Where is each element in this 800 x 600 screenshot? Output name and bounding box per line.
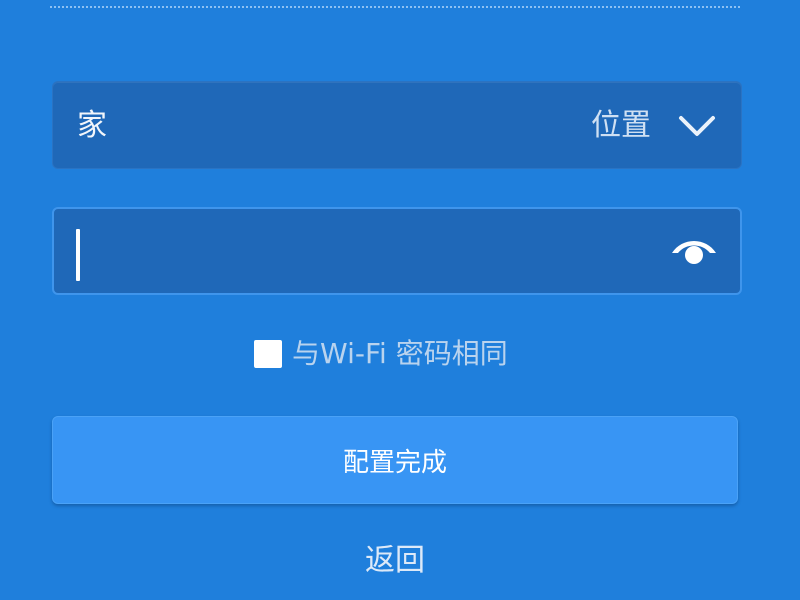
same-as-wifi-checkbox[interactable] xyxy=(254,340,282,368)
location-value: 家 xyxy=(77,108,107,143)
top-divider xyxy=(50,6,740,8)
same-as-wifi-label: 与Wi-Fi 密码相同 xyxy=(292,337,508,370)
back-link[interactable]: 返回 xyxy=(0,541,790,581)
chevron-down-icon[interactable] xyxy=(677,108,717,144)
location-select[interactable]: 家 位置 xyxy=(52,81,742,169)
confirm-button[interactable]: 配置完成 xyxy=(52,416,738,504)
password-field[interactable] xyxy=(52,207,742,295)
password-input[interactable] xyxy=(76,221,660,283)
text-cursor xyxy=(76,229,80,281)
location-label: 位置 xyxy=(591,108,651,143)
eye-icon[interactable] xyxy=(670,231,718,271)
same-as-wifi-option[interactable]: 与Wi-Fi 密码相同 xyxy=(254,334,508,374)
